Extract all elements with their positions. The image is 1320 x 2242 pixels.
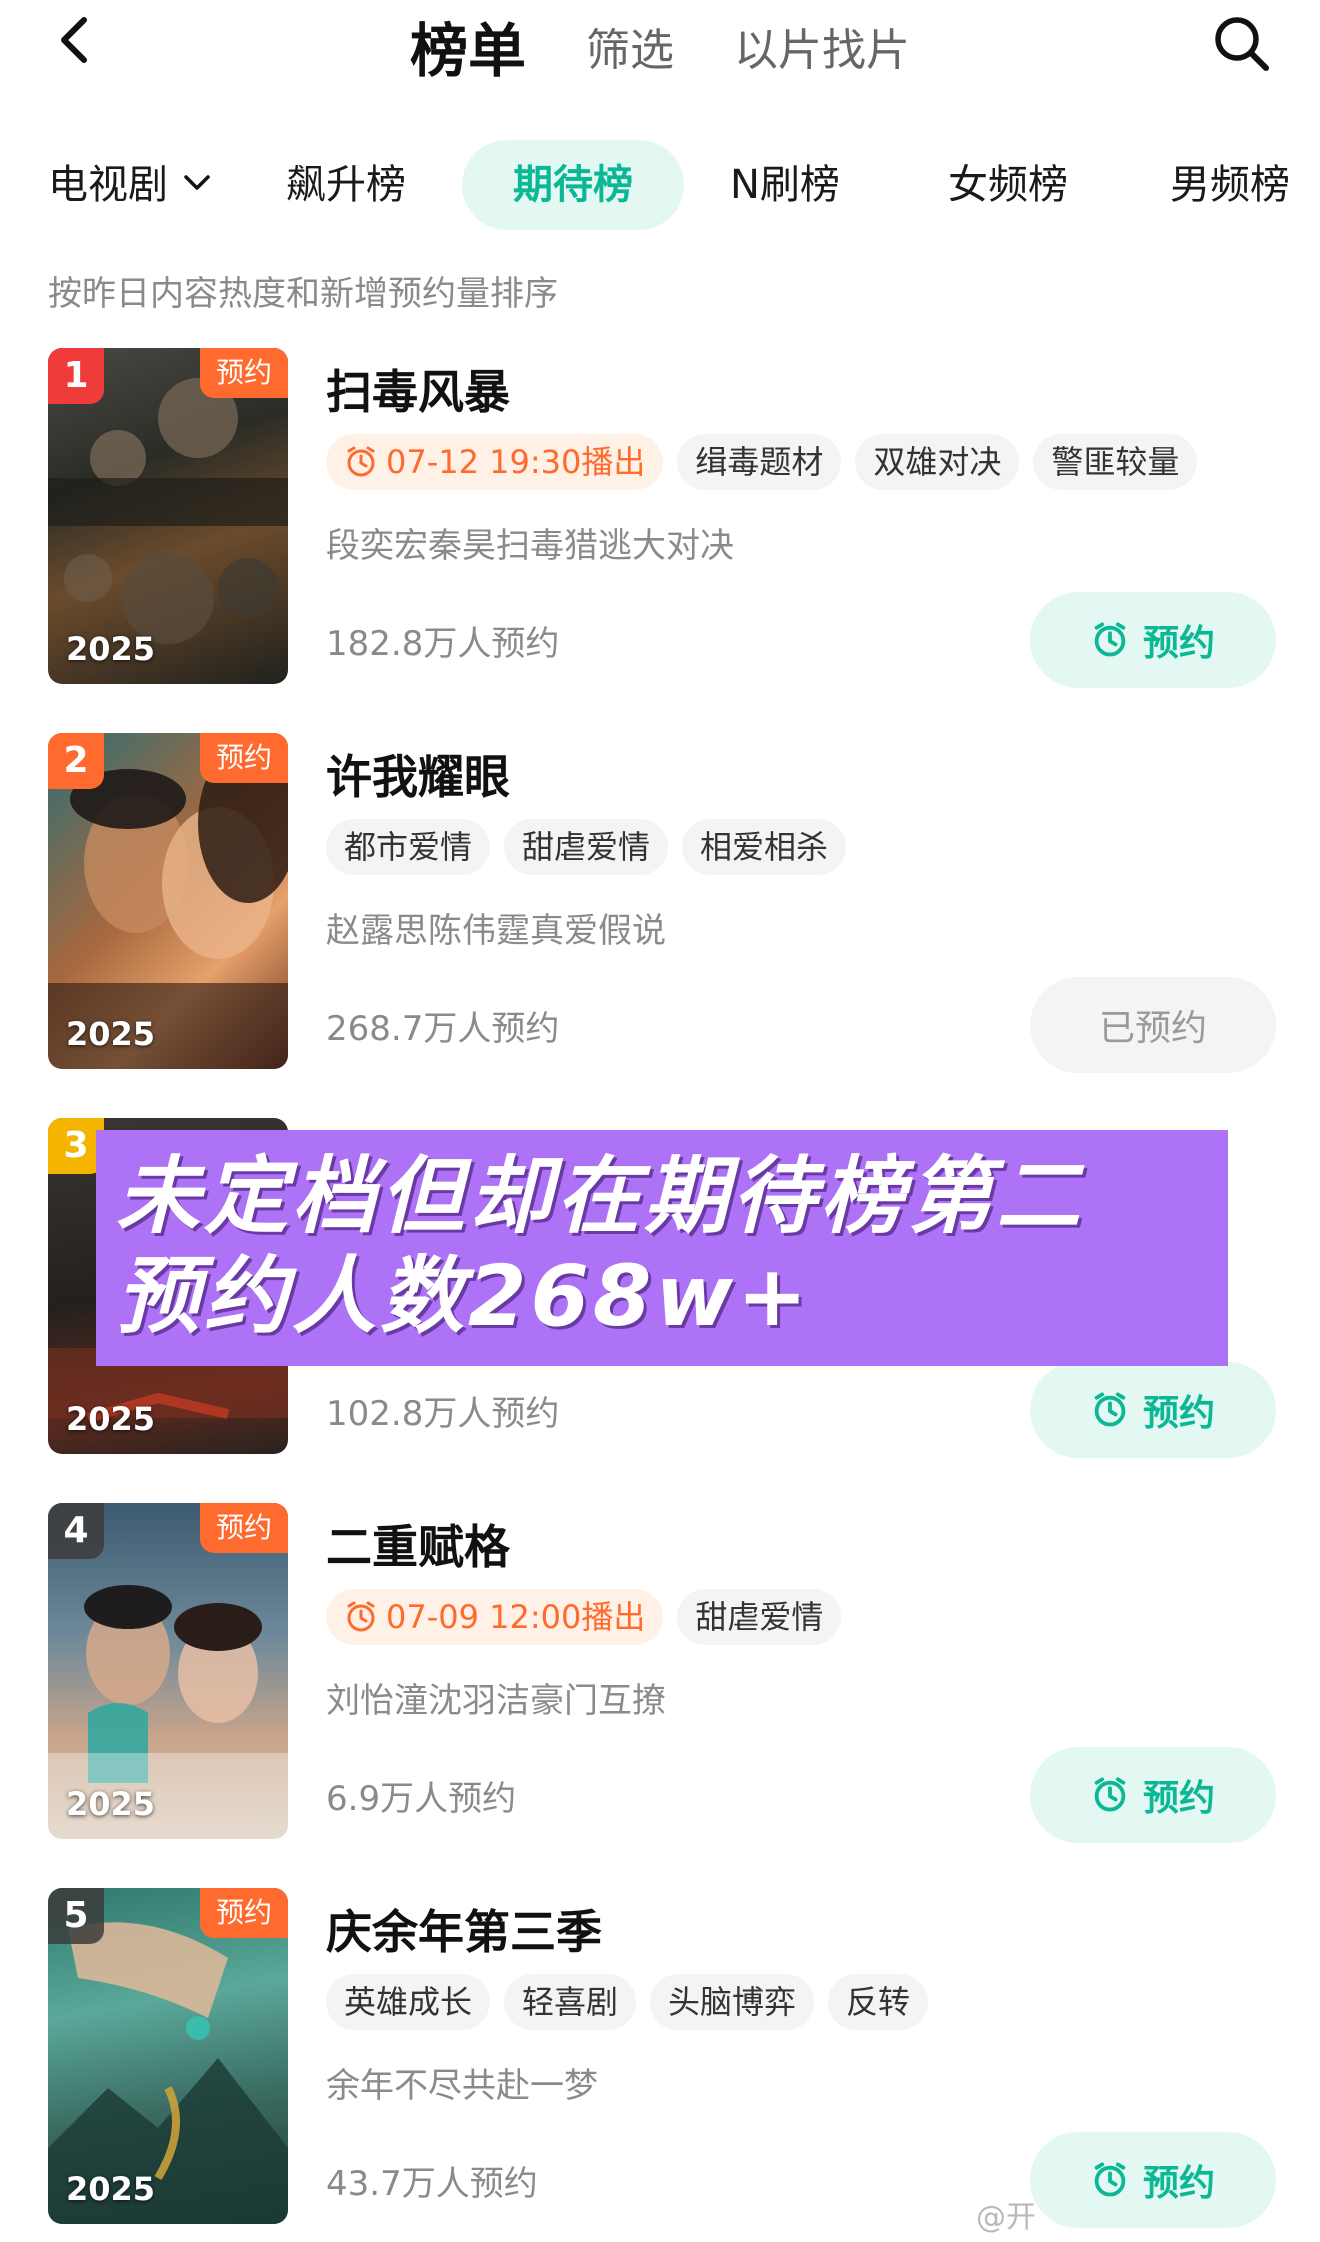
genre-tag[interactable]: 反转 bbox=[828, 1974, 929, 2030]
search-icon bbox=[1215, 17, 1269, 71]
tag-list: 07-09 12:00播出 甜虐爱情 bbox=[326, 1589, 842, 1645]
item-description: 刘怡潼沈羽洁豪门互撩 bbox=[326, 1681, 666, 1721]
list-item[interactable]: 1 预约 2025 扫毒风暴 07-12 19:30播出 缉毒题材 双雄对决 警… bbox=[0, 348, 1320, 728]
genre-tag[interactable]: 轻喜剧 bbox=[504, 1974, 637, 2030]
reserve-badge: 预约 bbox=[199, 733, 288, 783]
poster[interactable]: 4 预约 2025 bbox=[48, 1503, 288, 1839]
genre-tag[interactable]: 甜虐爱情 bbox=[677, 1589, 842, 1645]
watermark: @开 bbox=[976, 2200, 1036, 2235]
rank-badge: 5 bbox=[48, 1888, 104, 1944]
reserve-button[interactable]: 预约 bbox=[1030, 1362, 1276, 1458]
reserve-badge: 预约 bbox=[199, 1888, 288, 1938]
reservation-count: 182.8万人预约 bbox=[326, 624, 560, 664]
airtime-text: 07-12 19:30播出 bbox=[386, 443, 646, 481]
category-bar: 电视剧 飙升榜 期待榜 N刷榜 女频榜 男频榜 bbox=[0, 140, 1320, 230]
reserve-button-label: 预约 bbox=[1142, 1778, 1215, 1819]
search-button[interactable] bbox=[1210, 12, 1274, 76]
genre-tag[interactable]: 英雄成长 bbox=[326, 1974, 491, 2030]
airtime-tag: 07-09 12:00播出 bbox=[326, 1589, 664, 1645]
category-dropdown-label: 电视剧 bbox=[48, 162, 168, 208]
poster[interactable]: 5 预约 2025 bbox=[48, 1888, 288, 2224]
reserve-button[interactable]: 预约 bbox=[1030, 1747, 1276, 1843]
poster[interactable]: 2 预约 2025 bbox=[48, 733, 288, 1069]
reserve-button[interactable]: 预约 bbox=[1030, 2132, 1276, 2228]
poster-year: 2025 bbox=[66, 1785, 156, 1823]
genre-tag[interactable]: 相爱相杀 bbox=[682, 819, 847, 875]
reservation-count: 6.9万人预约 bbox=[326, 1779, 517, 1819]
reserve-button-label: 预约 bbox=[1142, 623, 1215, 664]
item-title[interactable]: 庆余年第三季 bbox=[326, 1896, 602, 1962]
reserve-button-label: 预约 bbox=[1142, 1393, 1215, 1434]
annotation-line-2: 预约人数268w+ bbox=[116, 1247, 812, 1345]
poster-year: 2025 bbox=[66, 2170, 156, 2208]
item-description: 段奕宏秦昊扫毒猎逃大对决 bbox=[326, 526, 734, 566]
rank-badge: 2 bbox=[48, 733, 104, 789]
list-item[interactable]: 4 预约 2025 二重赋格 07-09 12:00播出 甜虐爱情 刘怡潼沈羽洁… bbox=[0, 1503, 1320, 1883]
ranking-subtitle: 按昨日内容热度和新增预约量排序 bbox=[48, 274, 558, 314]
poster-year: 2025 bbox=[66, 1015, 156, 1053]
list-item[interactable]: 5 预约 2025 庆余年第三季 英雄成长 轻喜剧 头脑博弈 反转 余年不尽共赴… bbox=[0, 1888, 1320, 2242]
item-description: 赵露思陈伟霆真爱假说 bbox=[326, 911, 666, 951]
tab-ranking[interactable]: 榜单 bbox=[410, 4, 526, 88]
genre-tag[interactable]: 甜虐爱情 bbox=[504, 819, 669, 875]
airtime-text: 07-09 12:00播出 bbox=[386, 1598, 646, 1636]
genre-tag[interactable]: 头脑博弈 bbox=[650, 1974, 815, 2030]
category-tab-rewatch[interactable]: N刷榜 bbox=[730, 140, 840, 230]
category-tab-rising[interactable]: 飙升榜 bbox=[286, 140, 406, 230]
tab-filter[interactable]: 筛选 bbox=[586, 14, 674, 78]
genre-tag[interactable]: 缉毒题材 bbox=[677, 434, 842, 490]
category-dropdown[interactable]: 电视剧 bbox=[48, 140, 212, 230]
item-description: 余年不尽共赴一梦 bbox=[326, 2066, 598, 2106]
category-tab-male[interactable]: 男频榜 bbox=[1170, 140, 1290, 230]
list-item[interactable]: 2 预约 2025 许我耀眼 都市爱情 甜虐爱情 相爱相杀 赵露思陈伟霆真爱假说… bbox=[0, 733, 1320, 1113]
annotation-overlay: 未定档但却在期待榜第二 预约人数268w+ bbox=[96, 1130, 1228, 1366]
reserve-button[interactable]: 预约 bbox=[1030, 592, 1276, 688]
genre-tag[interactable]: 双雄对决 bbox=[855, 434, 1020, 490]
reserve-badge: 预约 bbox=[199, 348, 288, 398]
tab-find-by-film[interactable]: 以片找片 bbox=[734, 14, 910, 78]
poster-year: 2025 bbox=[66, 630, 156, 668]
annotation-line-1: 未定档但却在期待榜第二 bbox=[116, 1147, 1085, 1245]
alarm-clock-icon bbox=[1094, 622, 1126, 657]
tag-list: 都市爱情 甜虐爱情 相爱相杀 bbox=[326, 819, 847, 875]
item-title[interactable]: 扫毒风暴 bbox=[326, 356, 510, 422]
genre-tag[interactable]: 警匪较量 bbox=[1033, 434, 1198, 490]
airtime-tag: 07-12 19:30播出 bbox=[326, 434, 664, 490]
reserved-button[interactable]: 已预约 bbox=[1030, 977, 1276, 1073]
rank-badge: 4 bbox=[48, 1503, 104, 1559]
chevron-down-icon bbox=[184, 175, 210, 190]
reservation-count: 268.7万人预约 bbox=[326, 1009, 560, 1049]
rank-badge: 1 bbox=[48, 348, 104, 404]
reserve-badge: 预约 bbox=[199, 1503, 288, 1553]
item-title[interactable]: 许我耀眼 bbox=[326, 741, 510, 807]
reserve-button-label: 预约 bbox=[1142, 2163, 1215, 2204]
poster[interactable]: 1 预约 2025 bbox=[48, 348, 288, 684]
alarm-clock-icon bbox=[1094, 1392, 1126, 1427]
poster-year: 2025 bbox=[66, 1400, 156, 1438]
top-nav: 榜单 筛选 以片找片 bbox=[0, 6, 1320, 86]
alarm-clock-icon bbox=[1094, 1777, 1126, 1812]
reservation-count: 102.8万人预约 bbox=[326, 1394, 560, 1434]
alarm-clock-icon bbox=[347, 446, 375, 477]
top-bar: 榜单 筛选 以片找片 bbox=[0, 0, 1320, 90]
reservation-count: 43.7万人预约 bbox=[326, 2164, 538, 2204]
item-title[interactable]: 二重赋格 bbox=[326, 1511, 510, 1577]
alarm-clock-icon bbox=[347, 1601, 375, 1632]
genre-tag[interactable]: 都市爱情 bbox=[326, 819, 491, 875]
reserve-button-label: 已预约 bbox=[1098, 1008, 1207, 1049]
category-tab-female[interactable]: 女频榜 bbox=[948, 140, 1068, 230]
tag-list: 07-12 19:30播出 缉毒题材 双雄对决 警匪较量 bbox=[326, 434, 1198, 490]
tag-list: 英雄成长 轻喜剧 头脑博弈 反转 bbox=[326, 1974, 929, 2030]
alarm-clock-icon bbox=[1094, 2162, 1126, 2197]
category-tab-anticipated[interactable]: 期待榜 bbox=[462, 140, 684, 230]
